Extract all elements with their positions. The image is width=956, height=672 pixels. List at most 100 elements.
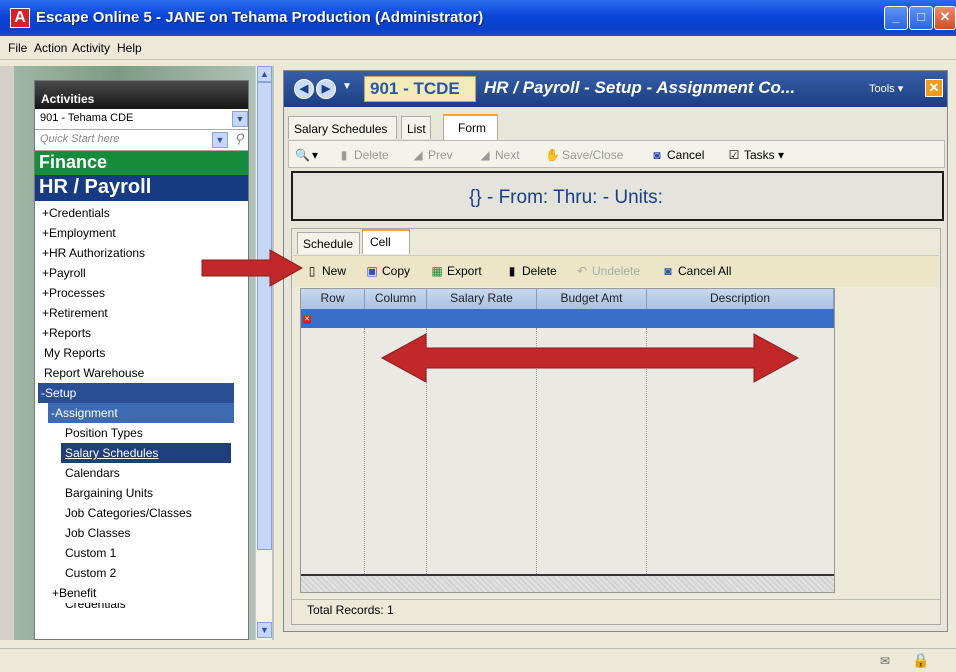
tree-item-bargaining-units[interactable]: Bargaining Units: [35, 483, 248, 503]
app-icon: A: [10, 8, 30, 28]
scroll-thumb[interactable]: [257, 82, 272, 550]
tree-item-reports[interactable]: +Reports: [35, 323, 248, 343]
activities-panel: Activities 901 - Tehama CDE ▼ Quick Star…: [34, 80, 249, 640]
lock-icon: 🔒: [912, 652, 930, 668]
left-edge-handle[interactable]: [0, 66, 14, 640]
tree-item-benefit[interactable]: +Benefit: [35, 583, 248, 603]
district-code: 901 - TCDE: [364, 76, 476, 102]
annotation-arrow-double: [380, 333, 800, 383]
arrow-shape: [380, 333, 800, 383]
delete-icon: ▮: [508, 264, 516, 278]
tab-salary-schedules[interactable]: Salary Schedules: [288, 116, 397, 139]
tree-item-calendars[interactable]: Calendars: [35, 463, 248, 483]
finance-section[interactable]: Finance: [35, 151, 248, 175]
mail-icon[interactable]: ✉: [880, 654, 890, 668]
next-button[interactable]: ◢ Next: [478, 148, 519, 162]
column-header-description[interactable]: Description: [647, 289, 834, 309]
records-status: Total Records: 1: [292, 599, 940, 619]
delete-row-button[interactable]: ▮ Delete: [505, 264, 557, 278]
quick-start-input[interactable]: Quick Start here ▼ ⚲: [35, 130, 248, 151]
tree-item-report-warehouse[interactable]: Report Warehouse: [35, 363, 248, 383]
minimize-button[interactable]: _: [884, 6, 908, 30]
undelete-icon: ↶: [576, 264, 588, 278]
export-button[interactable]: ▦ Export: [430, 264, 481, 278]
tab-list[interactable]: List: [401, 116, 431, 139]
copy-button[interactable]: ▣ Copy: [365, 264, 410, 278]
chevron-down-icon[interactable]: ▼: [212, 132, 228, 148]
scroll-down-icon[interactable]: ▼: [257, 622, 272, 638]
column-header-salary-rate[interactable]: Salary Rate: [427, 289, 537, 309]
tree-item-my-reports[interactable]: My Reports: [35, 343, 248, 363]
cancel-icon: ◙: [653, 148, 661, 162]
grid-footer: [301, 574, 834, 592]
undelete-button[interactable]: ↶ Undelete: [575, 264, 640, 278]
district-value: 901 - Tehama CDE: [40, 112, 134, 124]
scroll-up-icon[interactable]: ▲: [257, 66, 272, 82]
cell-panel: Schedule Cell ▯ New ▣ Copy ▦ Export ▮ Delete…: [291, 228, 941, 625]
tree-item-retirement[interactable]: +Retirement: [35, 303, 248, 323]
cancel-all-icon: ◙: [664, 264, 672, 278]
new-button[interactable]: ▯ New: [305, 264, 346, 278]
save-close-button[interactable]: ✋ Save/Close: [545, 148, 623, 162]
chevron-down-icon[interactable]: ▼: [232, 111, 248, 127]
hr-payroll-section[interactable]: HR / Payroll: [35, 175, 248, 201]
tree-item-employment[interactable]: +Employment: [35, 223, 248, 243]
district-select[interactable]: 901 - Tehama CDE ▼: [35, 109, 248, 130]
maximize-button[interactable]: □: [909, 6, 933, 30]
schedule-summary: {} - From: Thru: - Units:: [469, 187, 663, 208]
tasks-icon: ☑: [728, 148, 740, 162]
save-icon: ✋: [545, 148, 560, 162]
history-dropdown-icon[interactable]: ▼: [342, 81, 352, 92]
tree-item-credentials[interactable]: +Credentials: [35, 203, 248, 223]
tab-cell[interactable]: Cell: [362, 229, 410, 254]
menu-file[interactable]: File: [8, 41, 27, 55]
menu-bar: File Action Activity Help: [0, 36, 956, 60]
table-row[interactable]: [301, 309, 834, 328]
arrow-shape: [201, 249, 304, 287]
grid-header: Row Column Salary Rate Budget Amt Descri…: [301, 289, 834, 309]
window-title: Escape Online 5 - JANE on Tehama Product…: [36, 9, 484, 26]
tab-schedule[interactable]: Schedule: [297, 232, 360, 254]
tree-item-credentials-sub[interactable]: Credentials: [35, 603, 248, 612]
tree-item-assignment[interactable]: -Assignment: [48, 403, 234, 423]
delete-icon: ▮: [340, 148, 348, 162]
cell-toolbar: ▯ New ▣ Copy ▦ Export ▮ Delete ↶ Undelete ◙ Ca…: [293, 255, 939, 287]
window-title-bar[interactable]: A Escape Online 5 - JANE on Tehama Produ…: [0, 0, 956, 36]
prev-icon: ◢: [413, 148, 423, 162]
close-icon[interactable]: ✕: [925, 79, 943, 97]
tree-item-position-types[interactable]: Position Types: [35, 423, 248, 443]
tree-item-salary-schedules[interactable]: Salary Schedules: [61, 443, 231, 463]
tasks-button[interactable]: ☑ Tasks ▾: [727, 148, 784, 162]
close-button[interactable]: ✕: [934, 6, 956, 30]
menu-activity[interactable]: Activity: [72, 41, 110, 55]
tools-menu[interactable]: Tools ▾: [869, 82, 903, 95]
back-icon[interactable]: ◀: [294, 79, 314, 99]
status-bar: ✉ 🔒: [0, 648, 956, 672]
tab-form[interactable]: Form: [443, 114, 498, 140]
new-icon: ▯: [308, 264, 316, 278]
activities-header: Activities: [35, 81, 248, 109]
tree-item-setup[interactable]: -Setup: [38, 383, 234, 403]
grid-column: [301, 328, 365, 574]
menu-help[interactable]: Help: [117, 41, 142, 55]
page-title: HR / Payroll - Setup - Assignment Co...: [484, 78, 796, 97]
tree-item-custom-1[interactable]: Custom 1: [35, 543, 248, 563]
column-header-budget-amt[interactable]: Budget Amt: [537, 289, 647, 309]
cancel-button[interactable]: ◙ Cancel: [650, 148, 704, 162]
cancel-all-button[interactable]: ◙ Cancel All: [661, 264, 731, 278]
forward-icon[interactable]: ▶: [316, 79, 336, 99]
prev-button[interactable]: ◢ Prev: [411, 148, 452, 162]
activities-pane: Activities 901 - Tehama CDE ▼ Quick Star…: [14, 66, 274, 640]
tree-item-custom-2[interactable]: Custom 2: [35, 563, 248, 583]
search-icon[interactable]: ⚲: [230, 131, 248, 149]
sidebar-scrollbar[interactable]: ▲ ▼: [255, 66, 272, 640]
column-header-row[interactable]: Row: [301, 289, 365, 309]
tree-item-job-categories[interactable]: Job Categories/Classes: [35, 503, 248, 523]
tree-item-job-classes[interactable]: Job Classes: [35, 523, 248, 543]
export-icon: ▦: [431, 264, 443, 278]
quick-start-placeholder: Quick Start here: [40, 133, 120, 145]
delete-button[interactable]: ▮ Delete: [337, 148, 389, 162]
menu-action[interactable]: Action: [34, 41, 67, 55]
view-icon[interactable]: 🔍 ▾: [295, 148, 318, 162]
column-header-column[interactable]: Column: [365, 289, 427, 309]
